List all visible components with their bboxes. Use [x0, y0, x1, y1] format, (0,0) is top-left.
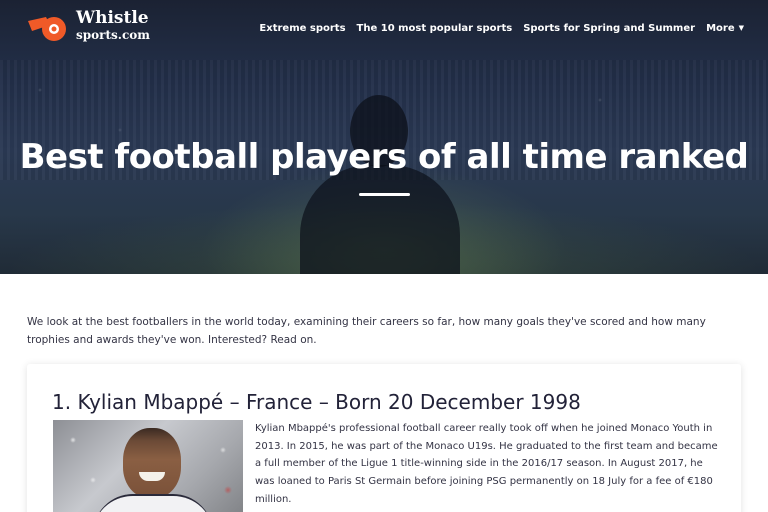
player-photo: [53, 420, 243, 512]
article-title: 1. Kylian Mbappé – France – Born 20 Dece…: [52, 390, 581, 414]
article-body: Kylian Mbappé's professional football ca…: [255, 423, 718, 505]
nav-item-extreme-sports[interactable]: Extreme sports: [259, 23, 345, 34]
caret-down-icon: ▼: [738, 24, 744, 32]
logo-line1: Whistle: [76, 8, 149, 28]
main-nav: Extreme sports The 10 most popular sport…: [259, 23, 744, 34]
logo-line2: sports.com: [76, 28, 150, 42]
nav-item-spring-summer[interactable]: Sports for Spring and Summer: [523, 23, 695, 34]
title-underline: [359, 193, 410, 196]
article-card: 1. Kylian Mbappé – France – Born 20 Dece…: [27, 364, 741, 512]
hero-player-silhouette: [300, 95, 460, 274]
logo-text: Whistle sports.com: [76, 8, 150, 42]
nav-item-popular-sports[interactable]: The 10 most popular sports: [357, 23, 513, 34]
nav-more-label: More: [706, 23, 735, 34]
player-face: [123, 428, 181, 498]
site-logo[interactable]: Whistle sports.com: [24, 9, 154, 45]
page-title: Best football players of all time ranked: [19, 137, 749, 177]
intro-paragraph: We look at the best footballers in the w…: [27, 316, 706, 346]
player-shirt: [93, 494, 213, 512]
silhouette-body: [300, 165, 460, 274]
whistle-logo-icon: [28, 17, 66, 41]
nav-item-more[interactable]: More ▼: [706, 23, 744, 34]
